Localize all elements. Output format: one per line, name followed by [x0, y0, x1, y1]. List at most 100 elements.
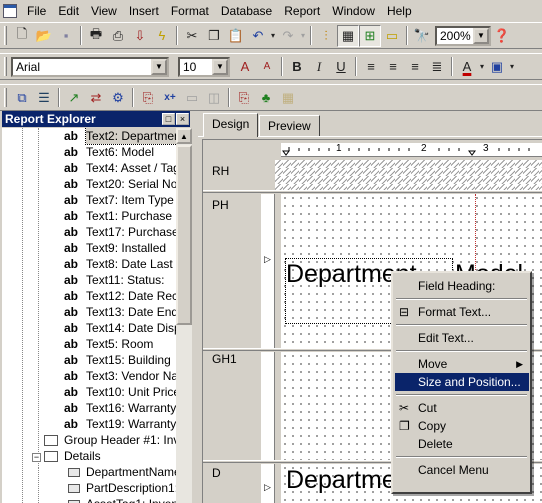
insert-map-icon[interactable]: ♣ [255, 87, 277, 109]
new-icon[interactable]: 🗋 [11, 25, 33, 47]
section-label-rh[interactable]: RH [203, 164, 261, 178]
tree-item[interactable]: AssetTag1: Invent [68, 496, 176, 503]
tree-item[interactable]: PartDescription1: I [68, 480, 176, 496]
insert-group-icon[interactable]: ⇄ [85, 87, 107, 109]
menu-edit[interactable]: Edit [52, 0, 85, 22]
scroll-thumb[interactable] [176, 145, 192, 325]
tab-preview[interactable]: Preview [259, 115, 320, 137]
tree-item[interactable]: Group Header #1: Inve [44, 432, 176, 448]
tree-item[interactable]: ab Text3: Vendor Nar [64, 368, 176, 384]
collapse-icon[interactable]: − [32, 453, 41, 462]
tree-item[interactable]: DepartmentName [68, 464, 176, 480]
insert-formula-icon[interactable]: ⎘ [137, 87, 159, 109]
border-dropdown-icon[interactable]: ▾ [508, 56, 516, 78]
redo-dropdown-icon[interactable]: ▾ [299, 25, 307, 47]
align-left-icon[interactable]: ≡ [360, 56, 382, 78]
undo-icon[interactable]: ↶ [247, 25, 269, 47]
print-icon[interactable]: 🖶 [85, 25, 107, 47]
section-label-gh1[interactable]: GH1 [203, 352, 261, 366]
menu-format[interactable]: Format [165, 0, 215, 22]
field-explorer-icon[interactable]: ⊞ [359, 24, 381, 47]
bold-icon[interactable]: B [286, 56, 308, 78]
tree-item[interactable]: ab Text12: Date Rec [64, 288, 176, 304]
tree-item[interactable]: ab Text10: Unit Price [64, 384, 176, 400]
close-panel-icon[interactable]: × [176, 113, 189, 125]
align-center-icon[interactable]: ≡ [382, 56, 404, 78]
tree-item[interactable]: ab Text11: Status: [64, 272, 165, 288]
tree-item[interactable]: ab Text17: Purchase [64, 224, 176, 240]
border-icon[interactable]: ▣ [486, 56, 508, 78]
tree-item[interactable]: ab Text7: Item Type [64, 192, 174, 208]
lightning-icon[interactable]: ϟ [151, 25, 173, 47]
section-label-ph[interactable]: PH [203, 198, 261, 212]
toolbar-grip[interactable] [4, 26, 7, 45]
insert-chart-icon[interactable]: ⚙ [107, 87, 129, 109]
context-menu-item[interactable]: ⊟ Format Text... [395, 303, 529, 321]
zoom-dropdown-icon[interactable]: ▼ [473, 27, 489, 44]
app-icon[interactable] [3, 4, 17, 18]
tree-item[interactable]: ab Text5: Room [64, 336, 153, 352]
tree-item[interactable]: ab Text14: Date Disp [64, 320, 176, 336]
font-size-dropdown-icon[interactable]: ▼ [212, 58, 228, 75]
section-label-d[interactable]: D [203, 466, 261, 480]
tree-item[interactable]: ab Text20: Serial No [64, 176, 176, 192]
underline-icon[interactable]: U [330, 56, 352, 78]
context-menu-item[interactable]: Cancel Menu [395, 461, 529, 479]
tree-item[interactable]: ab Text15: Building [64, 352, 171, 368]
tree-item[interactable]: ab Text6: Model [64, 144, 154, 160]
font-size-combo[interactable]: 10 ▼ [178, 56, 230, 77]
redo-icon[interactable]: ↷ [277, 25, 299, 47]
font-combo[interactable]: Arial ▼ [11, 56, 169, 77]
insert-picture-icon[interactable]: ⎘ [233, 87, 255, 109]
grow-font-icon[interactable]: A [234, 56, 256, 78]
insert-box-icon[interactable]: ◫ [203, 87, 225, 109]
help-icon[interactable]: ❓ [491, 25, 513, 47]
tree-item[interactable]: ab Text16: Warranty [64, 400, 176, 416]
font-color-icon[interactable]: A [456, 56, 478, 78]
insert-crosstab-icon[interactable]: ▦ [277, 87, 299, 109]
open-icon[interactable]: 📂 [33, 25, 55, 47]
tree-item[interactable]: ab Text4: Asset / Tag [64, 160, 176, 176]
context-menu-item[interactable]: Edit Text... [395, 329, 529, 347]
insert-field-icon[interactable]: ⧉ [11, 87, 33, 109]
font-dropdown-icon[interactable]: ▼ [151, 58, 167, 75]
menu-database[interactable]: Database [215, 0, 278, 22]
menu-report[interactable]: Report [278, 0, 326, 22]
menu-window[interactable]: Window [326, 0, 381, 22]
tree-item[interactable]: ab Text9: Installed [64, 240, 166, 256]
tree-item[interactable]: ab Text2: Departmen [64, 128, 176, 145]
tab-design[interactable]: Design [203, 113, 259, 137]
insert-text-icon[interactable]: ☰ [33, 87, 55, 109]
tree-item[interactable]: Details [44, 448, 101, 464]
insert-summary-icon[interactable]: ↗ [63, 87, 85, 109]
grid-icon[interactable]: ▦ [337, 24, 359, 47]
department-detail-field[interactable]: Departme [286, 466, 396, 494]
menu-view[interactable]: View [85, 0, 123, 22]
tree-item[interactable]: ab Text8: Date Last S [64, 256, 176, 272]
menu-help[interactable]: Help [381, 0, 418, 22]
context-menu-item[interactable]: Field Heading: [395, 277, 529, 295]
insert-xplus-icon[interactable]: x+ [159, 87, 181, 109]
grouping-icon[interactable]: ⫶ [315, 25, 337, 47]
zoom-combo[interactable]: 200% ▼ [435, 25, 491, 46]
save-icon[interactable]: ▪ [55, 25, 77, 47]
tree-item[interactable]: ab Text19: Warranty [64, 416, 176, 432]
print-preview-icon[interactable]: ⎙ [107, 25, 129, 47]
context-menu-item[interactable]: ✂ Cut [395, 399, 529, 417]
cut-icon[interactable]: ✂ [181, 25, 203, 47]
context-menu-item[interactable]: Move ▶ [395, 355, 529, 373]
export-icon[interactable]: ⇩ [129, 25, 151, 47]
paste-icon[interactable]: 📋 [225, 25, 247, 47]
align-right-icon[interactable]: ≡ [404, 56, 426, 78]
explorer-scrollbar[interactable]: ▲ [176, 128, 192, 503]
scroll-up-icon[interactable]: ▲ [176, 128, 192, 144]
context-menu-item[interactable]: Size and Position... [395, 373, 529, 391]
menu-insert[interactable]: Insert [123, 0, 165, 22]
italic-icon[interactable]: I [308, 56, 330, 78]
undo-dropdown-icon[interactable]: ▾ [269, 25, 277, 47]
section-icon[interactable]: ▭ [381, 25, 403, 47]
justify-icon[interactable]: ≣ [426, 56, 448, 78]
toolbar-grip[interactable] [4, 57, 7, 76]
menu-file[interactable]: File [21, 0, 52, 22]
context-menu-item[interactable]: Delete [395, 435, 529, 453]
